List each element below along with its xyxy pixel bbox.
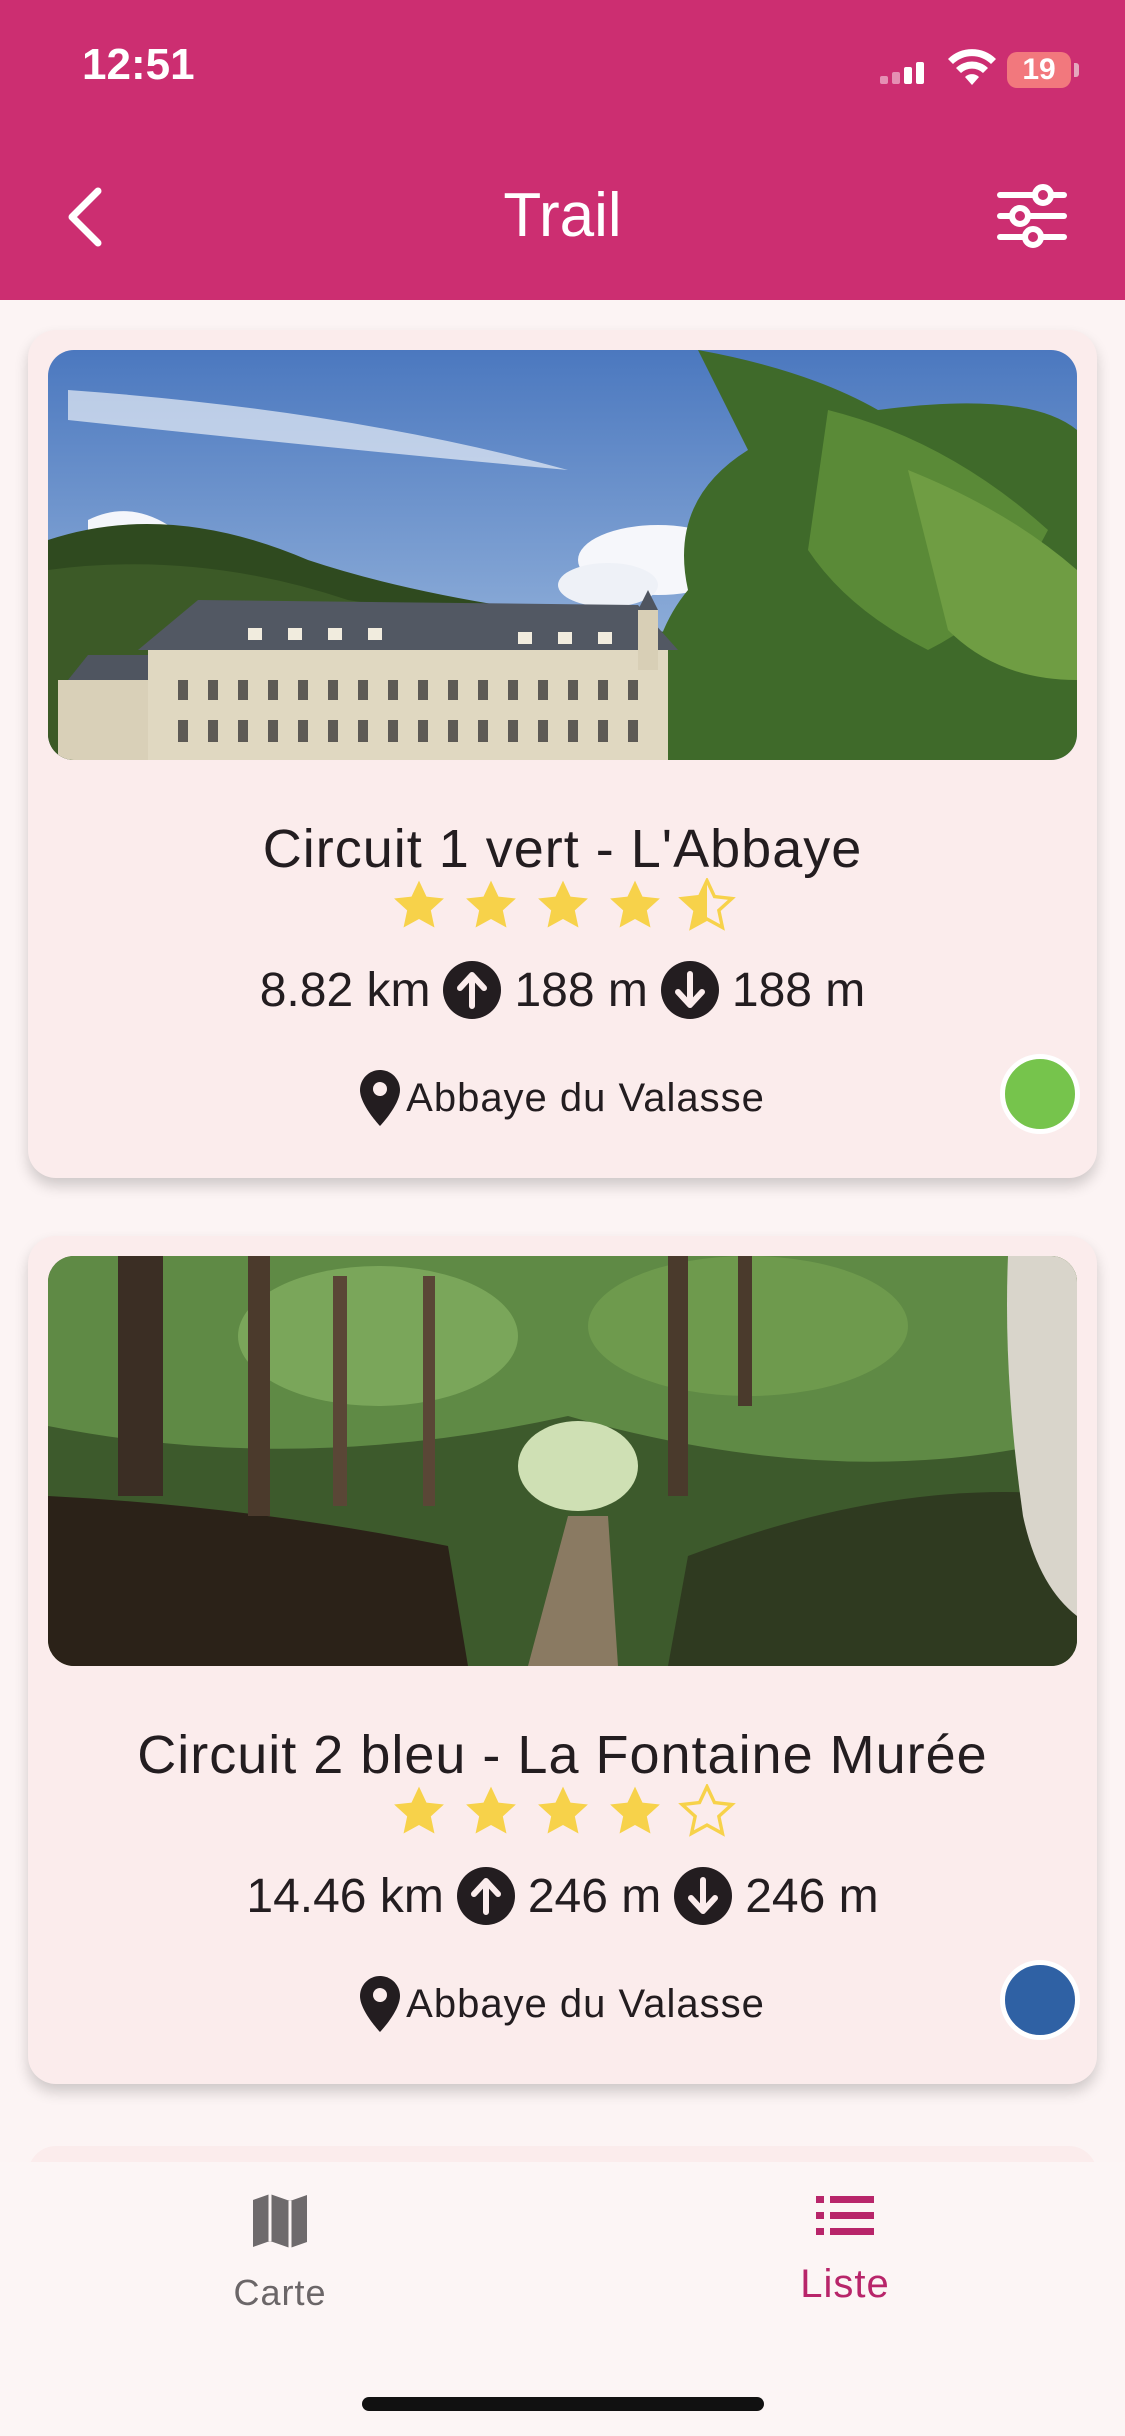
trail-photo-abbey	[48, 350, 1077, 760]
location-pin-icon	[360, 1070, 401, 1126]
star-full-icon	[393, 1786, 444, 1834]
trail-name: Circuit 1 vert - L'Abbaye	[262, 819, 863, 879]
star-full-icon	[465, 1786, 516, 1834]
star-full-icon	[465, 880, 516, 928]
bottom-navigation: Carte Liste	[0, 2162, 1125, 2436]
trail-descent: 188 m	[731, 963, 866, 1017]
map-icon	[253, 2194, 307, 2248]
nav-tab-liste[interactable]: Liste	[695, 2192, 995, 2307]
trail-card[interactable]: Circuit 1 vert - L'Abbaye 8.82 km 188 m …	[28, 330, 1097, 1178]
trail-stats: 14.46 km 246 m 246 m	[28, 1866, 1097, 1926]
arrow-down-circle-icon	[674, 1867, 733, 1925]
signal-icon	[880, 62, 924, 84]
trail-name: Circuit 2 bleu - La Fontaine Murée	[137, 1725, 988, 1785]
difficulty-color-dot	[1000, 1960, 1080, 2040]
list-icon	[816, 2196, 874, 2235]
nav-tab-carte[interactable]: Carte	[130, 2192, 430, 2314]
filter-settings-icon[interactable]	[996, 183, 1068, 249]
arrow-up-circle-icon	[443, 961, 502, 1019]
battery-cap	[1074, 63, 1079, 77]
app-header: 12:51 19 Trail	[0, 0, 1125, 300]
nav-label-carte: Carte	[233, 2272, 327, 2313]
page-title: Trail	[503, 181, 622, 250]
wifi-icon	[948, 49, 996, 85]
difficulty-color-dot	[1000, 1054, 1080, 1134]
arrow-up-circle-icon	[456, 1867, 515, 1925]
star-empty-icon	[677, 1784, 736, 1837]
location-name: Abbaye du Valasse	[406, 1981, 765, 2026]
trail-ascent: 246 m	[527, 1869, 662, 1923]
trail-location: Abbaye du Valasse	[28, 1976, 1097, 2032]
trail-stats: 8.82 km 188 m 188 m	[28, 960, 1097, 1020]
star-full-icon	[393, 880, 444, 928]
trail-ascent: 188 m	[514, 963, 648, 1017]
rating-stars	[28, 1784, 1097, 1840]
trail-distance: 8.82 km	[259, 963, 431, 1017]
rating-stars	[28, 878, 1097, 934]
star-full-icon	[609, 880, 660, 928]
arrow-down-circle-icon	[660, 961, 719, 1019]
status-time: 12:51	[82, 40, 195, 89]
trail-distance: 14.46 km	[246, 1869, 444, 1923]
home-indicator	[362, 2397, 764, 2411]
star-full-icon	[537, 880, 588, 928]
trail-photo-forest-path	[48, 1256, 1077, 1666]
star-full-icon	[609, 1786, 660, 1834]
star-full-icon	[537, 1786, 588, 1834]
location-pin-icon	[360, 1976, 401, 2032]
trail-descent: 246 m	[745, 1869, 879, 1923]
battery-indicator: 19	[1007, 52, 1071, 88]
trail-card[interactable]: Circuit 2 bleu - La Fontaine Murée 14.46…	[28, 1236, 1097, 2084]
nav-label-liste: Liste	[800, 2262, 890, 2306]
star-half-icon	[677, 878, 736, 931]
trail-location: Abbaye du Valasse	[28, 1070, 1097, 1126]
location-name: Abbaye du Valasse	[406, 1075, 765, 1120]
